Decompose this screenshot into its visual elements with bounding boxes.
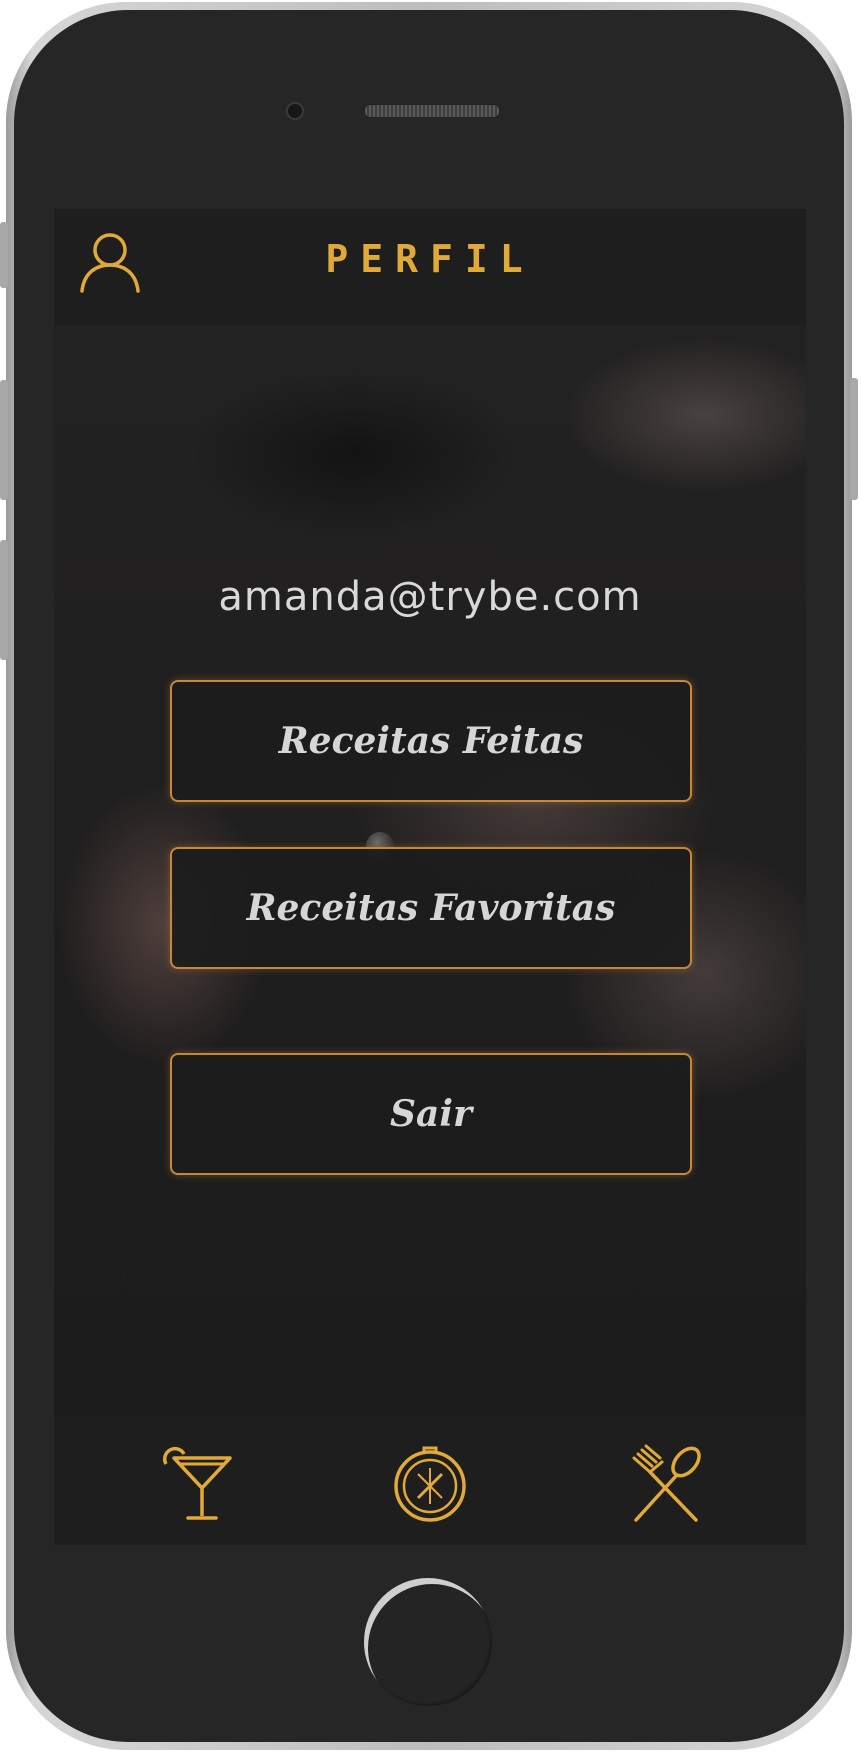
fork-and-spoon-icon[interactable] (624, 1440, 708, 1524)
favorite-recipes-button[interactable]: Receitas Favoritas (170, 847, 692, 969)
app-header: PERFIL (54, 209, 806, 325)
compass-icon[interactable] (388, 1440, 472, 1524)
volume-up-button (0, 380, 8, 500)
app-screen: PERFIL amanda@trybe.com Receitas Feitas … (54, 209, 806, 1545)
volume-down-button (0, 540, 8, 660)
mute-switch (0, 222, 8, 288)
user-email: amanda@trybe.com (218, 574, 642, 620)
power-button (850, 378, 858, 500)
home-button[interactable] (364, 1578, 492, 1706)
footer-nav (54, 1416, 806, 1545)
logout-button[interactable]: Sair (170, 1053, 692, 1175)
page-title: PERFIL (325, 237, 535, 281)
cocktail-glass-icon[interactable] (158, 1440, 242, 1524)
front-camera (286, 102, 304, 120)
earpiece-speaker (364, 104, 500, 118)
done-recipes-button[interactable]: Receitas Feitas (170, 680, 692, 802)
